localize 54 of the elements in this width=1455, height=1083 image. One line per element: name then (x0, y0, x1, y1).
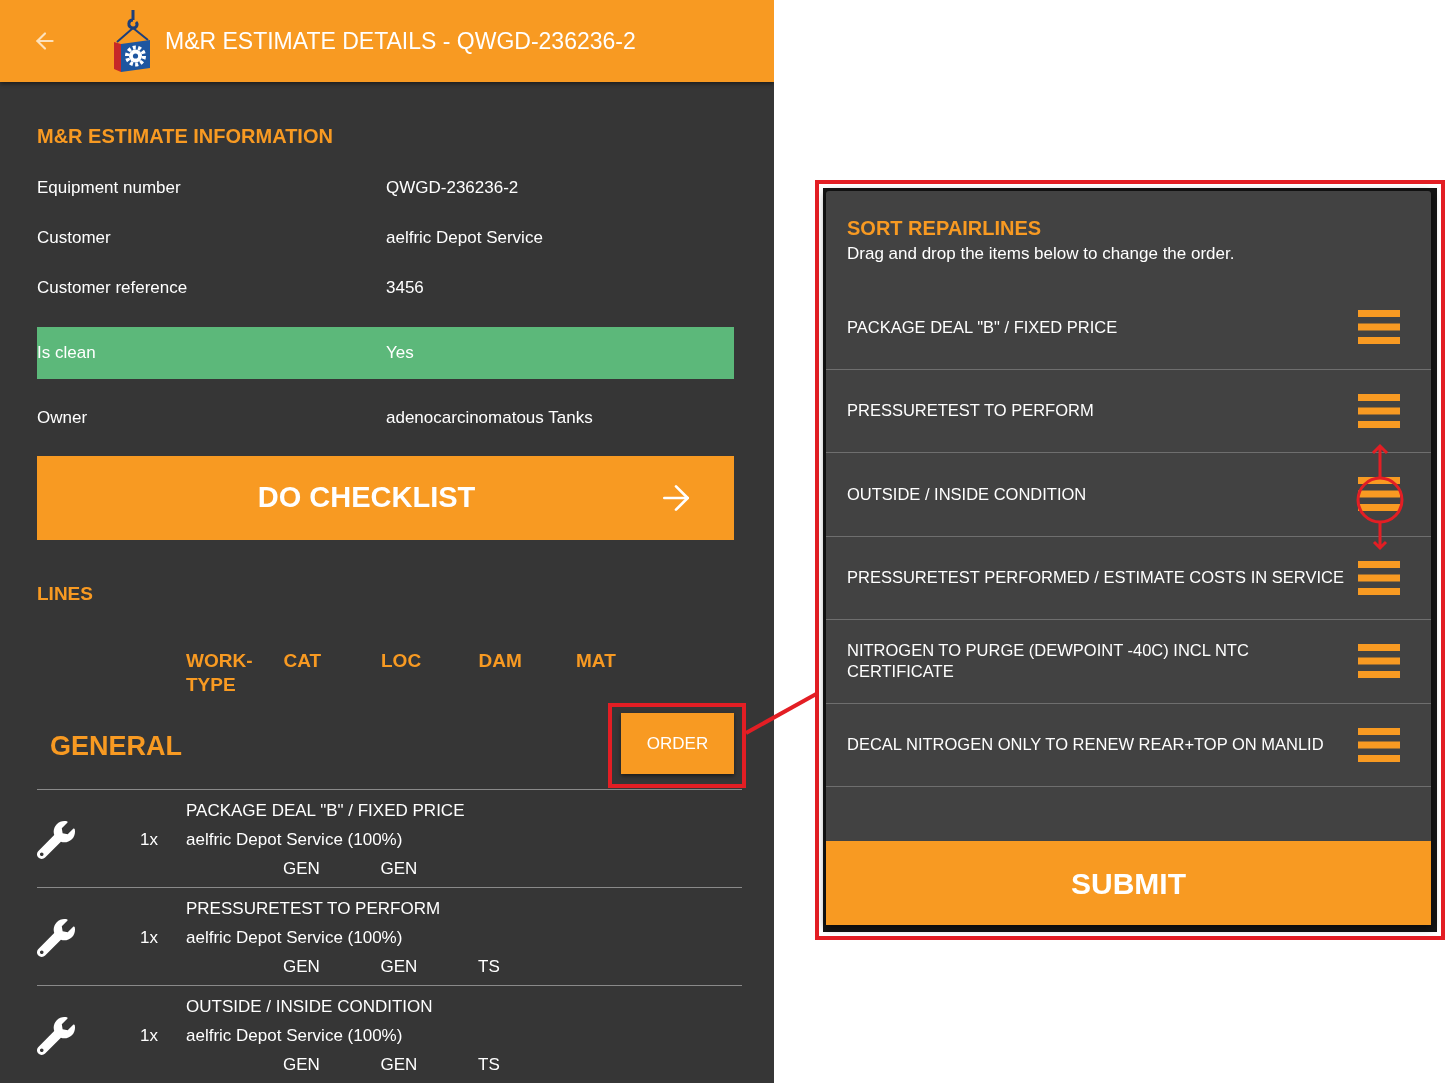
wrench-icon (37, 918, 75, 957)
app-bar-title: M&R ESTIMATE DETAILS - QWGD-236236-2 (165, 27, 636, 55)
sort-item[interactable]: PRESSURETEST PERFORMED / ESTIMATE COSTS IN SERVICE (826, 536, 1431, 620)
line-code: GEN (283, 956, 320, 976)
column-header: MAT (576, 649, 616, 673)
sort-item[interactable]: PACKAGE DEAL "B" / FIXED PRICE (826, 286, 1431, 370)
column-header: DAM (478, 649, 522, 673)
group-title: GENERAL (50, 729, 182, 762)
field-value: 3456 (386, 277, 424, 299)
drag-handle-icon[interactable] (1358, 560, 1400, 595)
section-heading: M&R ESTIMATE INFORMATION (37, 124, 333, 148)
field-value: Yes (386, 342, 414, 364)
dialog-title: SORT REPAIRLINES (847, 216, 1042, 240)
sort-item[interactable]: NITROGEN TO PURGE (DEWPOINT -40C) INCL NTC CERTIFICATE (826, 620, 1431, 704)
field-value: aelfric Depot Service (386, 227, 543, 249)
sort-item[interactable]: DECAL NITROGEN ONLY TO RENEW REAR+TOP ON MANLID (826, 703, 1431, 787)
line-code: TS (478, 956, 500, 976)
line-quantity: 1x (140, 828, 159, 851)
line-title: PRESSURETEST TO PERFORM (186, 897, 441, 920)
field-label: Is clean (37, 342, 96, 364)
line-party: aelfric Depot Service (100%) (186, 1024, 403, 1047)
line-code: TS (478, 1054, 500, 1074)
line-code: GEN (380, 956, 418, 976)
wrench-icon (37, 820, 75, 859)
drag-handle-icon[interactable] (1358, 393, 1400, 428)
sort-item[interactable]: PRESSURETEST TO PERFORM (826, 369, 1431, 453)
column-header: WORK-TYPE (186, 649, 254, 697)
hook-crate-logo-icon (113, 10, 151, 72)
line-code: GEN (380, 858, 418, 878)
column-header: CAT (283, 649, 322, 673)
drag-handle-icon[interactable] (1358, 727, 1400, 762)
drag-handle-icon[interactable] (1358, 477, 1400, 512)
drag-handle-icon[interactable] (1358, 644, 1400, 679)
field-value: QWGD-236236-2 (386, 177, 519, 199)
line-title: OUTSIDE / INSIDE CONDITION (186, 995, 433, 1018)
column-header: LOC (381, 649, 422, 673)
line-quantity: 1x (140, 926, 159, 949)
section-heading: LINES (37, 582, 93, 606)
line-quantity: 1x (140, 1024, 159, 1047)
line-party: aelfric Depot Service (100%) (186, 828, 403, 851)
sort-item[interactable]: OUTSIDE / INSIDE CONDITION (826, 453, 1431, 537)
line-code: GEN (283, 858, 320, 878)
drag-handle-icon[interactable] (1358, 310, 1400, 345)
field-label: Equipment number (37, 177, 181, 199)
field-value: adenocarcinomatous Tanks (386, 407, 593, 429)
line-party: aelfric Depot Service (100%) (186, 926, 403, 949)
field-label: Owner (37, 407, 88, 429)
line-title: PACKAGE DEAL "B" / FIXED PRICE (186, 799, 465, 822)
field-label: Customer reference (37, 277, 188, 299)
line-code: GEN (380, 1054, 418, 1074)
dialog-instruction: Drag and drop the items below to change the order. (847, 243, 1235, 265)
line-code: GEN (283, 1054, 320, 1074)
field-label: Customer (37, 227, 111, 249)
wrench-icon (37, 1016, 75, 1055)
